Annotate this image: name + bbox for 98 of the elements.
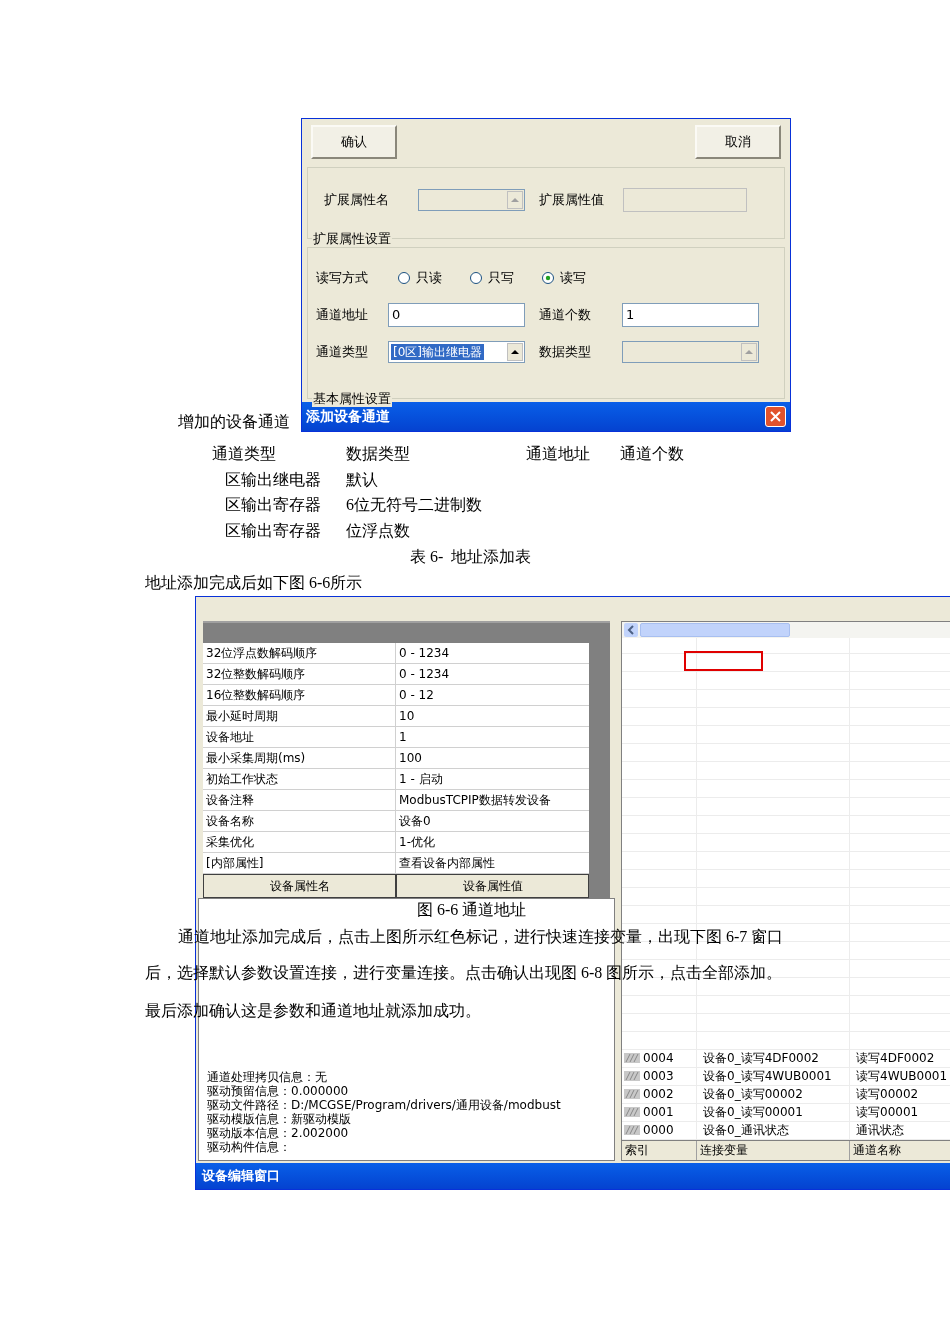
table-cell-text: 读写4DF0002: [855, 1050, 936, 1067]
dropdown-value: [0区]输出继电器: [391, 343, 484, 360]
table-cell: 设备名称: [203, 810, 396, 831]
dialog-button[interactable]: 取消: [695, 125, 781, 159]
table-cell-text: 区输出寄存器: [225, 520, 322, 541]
radio-button[interactable]: [470, 271, 482, 284]
table-cell-text: 0 - 12: [398, 686, 435, 704]
table-cell: 采集优化: [203, 831, 396, 852]
field-label: 数据类型: [539, 342, 592, 361]
field-label: 通道地址: [316, 305, 369, 324]
dropdown[interactable]: [0区]输出继电器: [388, 340, 525, 363]
table-cell: [内部属性]: [203, 852, 396, 873]
table-cell-text: 0000: [643, 1122, 674, 1139]
table-cell: 16位整数解码顺序: [203, 684, 396, 705]
table-cell-text: 区输出继电器: [225, 469, 322, 490]
table-cell: 32位整数解码顺序: [203, 663, 396, 684]
input-field[interactable]: 0: [388, 302, 525, 327]
field-label: 通道个数: [539, 305, 592, 324]
radio-label: 只写: [488, 269, 514, 287]
column-header: 连接变量: [697, 1140, 850, 1160]
table-cell-text: 1: [398, 728, 408, 746]
table-cell: 设备地址: [203, 726, 396, 747]
window-title: 设备编辑窗口: [202, 1166, 280, 1185]
field-label: 扩展属性值: [539, 191, 605, 210]
close-button[interactable]: [765, 406, 786, 427]
table-cell: 初始工作状态: [203, 768, 396, 789]
column-header: 设备属性值: [396, 873, 589, 898]
table-cell: 设备0_读写00002: [697, 1085, 850, 1103]
table-cell-text: 6位无符号二进制数: [346, 495, 482, 516]
table-cell-text: 区输出寄存器: [225, 495, 322, 516]
input-field[interactable]: 1: [622, 302, 759, 327]
field-label: 读写方式: [316, 269, 369, 287]
column-header: 通道个数: [620, 444, 685, 464]
info-line: 驱动文件路径：D:/MCGSE/Program/drivers/通用设备/modbust: [207, 1097, 562, 1112]
scrollbar[interactable]: [622, 621, 950, 638]
info-line: 驱动预留信息：0.000000: [207, 1083, 350, 1098]
column-header: 索引: [622, 1140, 697, 1160]
table-cell: 设备0_通讯状态: [697, 1121, 850, 1139]
table-cell-text: 0001: [643, 1104, 674, 1121]
scrollbar-thumb[interactable]: [640, 622, 790, 637]
striped-tag-icon: [624, 1106, 640, 1118]
striped-tag-icon: [624, 1124, 640, 1136]
table-caption: 表 6- 地址添加表: [410, 546, 532, 567]
dialog-button[interactable]: 确认: [311, 125, 397, 159]
field-label: 通道类型: [316, 342, 369, 361]
column-header: 通道名称: [850, 1140, 950, 1160]
table-cell-text: 0002: [643, 1086, 674, 1103]
input-field[interactable]: [623, 188, 747, 212]
table-cell: 最小延时周期: [203, 705, 396, 726]
figure-caption: 图 6-6 通道地址: [417, 900, 527, 920]
table-cell-text: 100: [398, 749, 423, 767]
radio-button[interactable]: [542, 271, 554, 284]
table-cell: 设备0_读写00001: [697, 1103, 850, 1121]
table-cell-text: 默认: [346, 469, 378, 490]
table-cell-text: 位浮点数: [346, 520, 410, 541]
field-label: 扩展属性名: [324, 191, 390, 210]
column-header: 数据类型: [346, 444, 411, 464]
group-title: 扩展属性设置: [312, 231, 392, 247]
group-title: 基本属性设置: [312, 391, 392, 407]
table-cell-text: ModbusTCPIP数据转发设备: [398, 791, 552, 809]
striped-tag-icon: [624, 1088, 640, 1100]
table-cell: 设备注释: [203, 789, 396, 810]
caret-icon: [507, 342, 523, 361]
table-cell-text: 读写00001: [855, 1104, 920, 1121]
table-cell: 最小采集周期(ms): [203, 747, 396, 768]
table-cell-text: 查看设备内部属性: [398, 854, 496, 872]
table-cell-text: 0 - 1234: [398, 644, 451, 662]
column-header: 设备属性名: [203, 873, 396, 898]
table-cell-text: 0 - 1234: [398, 665, 451, 683]
table-cell-text: 0004: [643, 1050, 674, 1067]
table-cell-text: 通讯状态: [855, 1122, 905, 1139]
info-line: 驱动构件信息：: [207, 1139, 292, 1154]
radio-label: 只读: [416, 269, 442, 287]
table-cell-text: 1-优化: [398, 833, 436, 851]
table-cell: 32位浮点数解码顺序: [203, 642, 396, 663]
close-icon: [770, 411, 781, 422]
info-line: 驱动模版信息：新驱动模版: [207, 1111, 351, 1126]
table-cell-text: 0003: [643, 1068, 674, 1085]
striped-tag-icon: [624, 1052, 640, 1064]
caret-icon: [507, 191, 523, 209]
body-text: 地址添加完成后如下图 6-6所示: [145, 572, 363, 593]
info-line: 驱动版本信息：2.002000: [207, 1125, 350, 1140]
column-header: 通道类型: [212, 444, 277, 464]
table-cell-text: 10: [398, 707, 416, 725]
table-cell: 设备0_读写4DF0002: [697, 1049, 850, 1067]
radio-button[interactable]: [398, 271, 410, 284]
table-cell: 设备0_读写4WUB0001: [697, 1067, 850, 1085]
table-cell-text: 读写4WUB0001: [855, 1068, 949, 1085]
radio-label: 读写: [560, 269, 586, 287]
window-title: 添加设备通道: [306, 407, 390, 426]
column-header: 通道地址: [526, 444, 591, 464]
caret-icon: [741, 342, 757, 361]
body-text: 增加的设备通道: [178, 412, 290, 432]
info-line: 通道处理拷贝信息：无: [207, 1069, 328, 1084]
table-cell-text: 1 - 启动: [398, 770, 444, 788]
table-cell-text: 设备0: [398, 812, 432, 830]
table-cell-text: 读写00002: [855, 1086, 920, 1103]
striped-tag-icon: [624, 1070, 640, 1082]
